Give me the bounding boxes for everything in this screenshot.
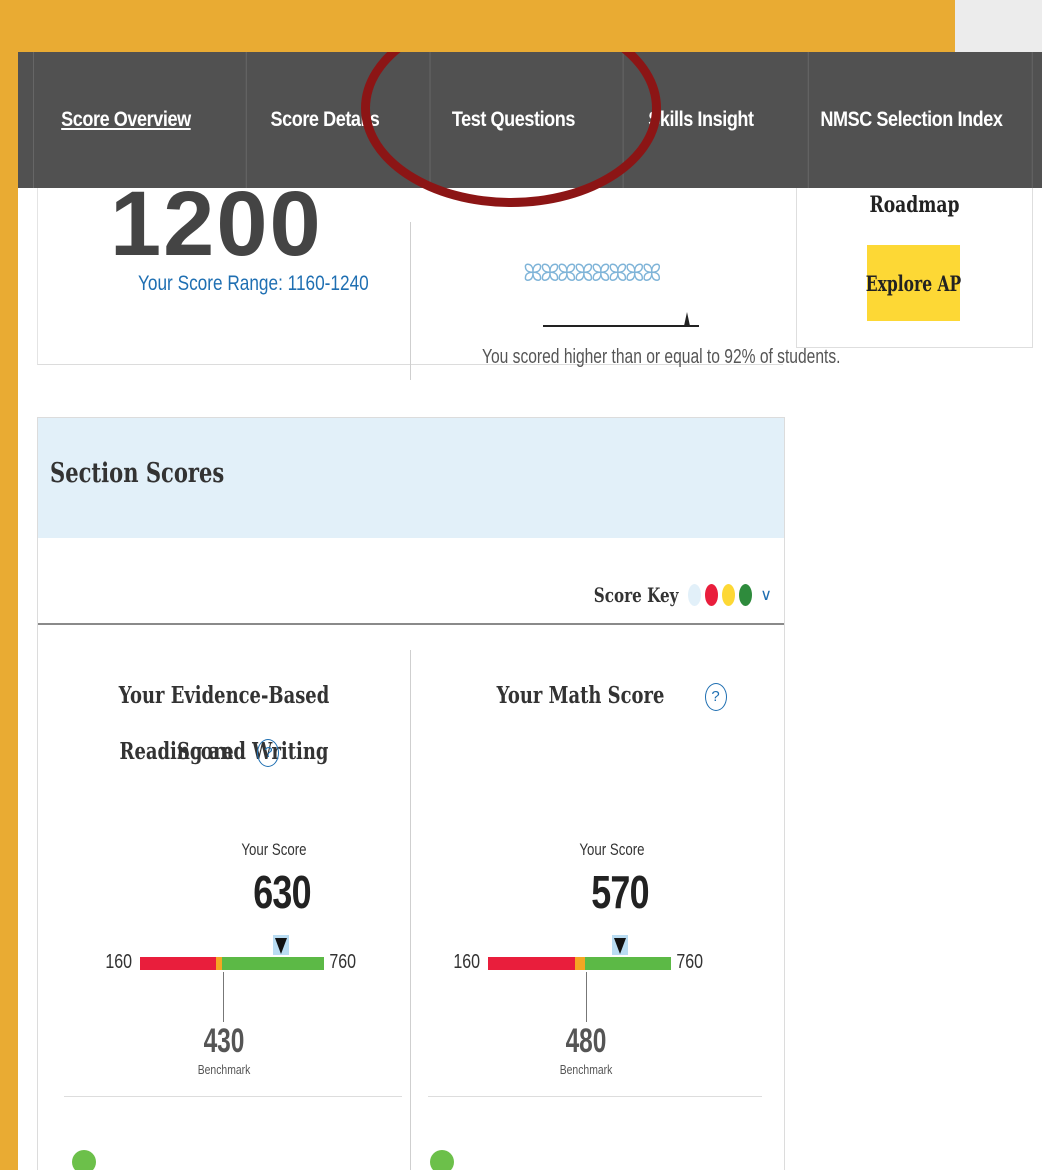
column-divider <box>410 650 411 1170</box>
bar-max-label: 760 <box>676 951 704 973</box>
bar-min-label: 160 <box>453 951 481 973</box>
key-dot-red-icon <box>705 584 719 606</box>
math-title: Your Math Score <box>497 682 665 709</box>
chevron-down-icon[interactable]: ∨ <box>760 585 772 605</box>
column-footer-divider <box>64 1096 402 1097</box>
bar-yellow-segment <box>575 957 585 970</box>
tab-test-questions[interactable]: Test Questions <box>429 52 597 188</box>
column-footer-divider <box>428 1096 762 1097</box>
section-scores-header: Section Scores <box>38 418 784 538</box>
benchmark-value: 430 <box>203 1022 245 1060</box>
tab-label: Score Overview <box>61 108 191 131</box>
score-report-page: 1200 Your Score Range: 1160-1240 ꕤꕤꕤꕤꕤꕤꕤ… <box>18 52 1042 1170</box>
help-icon[interactable]: ? <box>257 739 280 767</box>
key-dot-yellow-icon <box>722 584 736 606</box>
tab-score-details[interactable]: Score Details <box>245 52 403 188</box>
math-score-value: 570 <box>591 866 649 918</box>
percentile-people-icon: ꕤꕤꕤꕤꕤꕤꕤꕤ <box>523 260 662 287</box>
key-dot-green-icon <box>739 584 753 606</box>
bar-green-segment <box>222 957 324 970</box>
ebrw-title-line2: Score <box>176 738 234 765</box>
explore-ap-button[interactable]: Explore AP <box>865 245 962 321</box>
status-dot-green-icon <box>430 1150 454 1170</box>
benchmark-label: Benchmark <box>197 1062 251 1077</box>
explore-ap-label: Explore AP <box>865 270 962 296</box>
your-score-label: Your Score <box>241 840 307 859</box>
math-score-column: Your Math Score ? Your Score 570 160 760… <box>420 650 780 1170</box>
tab-label: Score Details <box>270 108 380 131</box>
corner-gray-panel <box>955 0 1042 52</box>
roadmap-heading: Roadmap <box>869 192 960 218</box>
tab-score-overview[interactable]: Score Overview <box>33 52 218 188</box>
score-pointer-icon <box>275 938 287 954</box>
score-pointer-icon <box>614 938 626 954</box>
ebrw-score-value: 630 <box>253 866 311 918</box>
key-dot-light-blue-icon <box>688 584 702 606</box>
tab-skills-insight[interactable]: Skills Insight <box>622 52 779 188</box>
bar-red-segment <box>140 957 216 970</box>
score-key-divider <box>38 623 784 625</box>
nav-edge <box>1031 52 1041 188</box>
percentile-axis <box>543 325 699 327</box>
benchmark-value: 480 <box>565 1022 607 1060</box>
status-dot-green-icon <box>72 1150 96 1170</box>
section-scores-card: Section Scores Score Key ∨ Your Evidence… <box>37 417 785 1170</box>
tab-label: Test Questions <box>451 108 576 131</box>
report-nav-bar: Score Overview Score Details Test Questi… <box>18 52 1042 188</box>
bar-red-segment <box>488 957 575 970</box>
benchmark-line <box>223 972 224 1022</box>
ebrw-score-column: Your Evidence-Based Reading and Writing … <box>44 650 404 1170</box>
percentile-marker-icon <box>684 312 690 326</box>
ebrw-title-line2-row: Score ? <box>44 724 404 780</box>
tab-label: NMSC Selection Index <box>820 108 1003 131</box>
benchmark-label: Benchmark <box>559 1062 613 1077</box>
tab-nmsc-selection-index[interactable]: NMSC Selection Index <box>807 52 1014 188</box>
help-icon[interactable]: ? <box>704 683 727 711</box>
score-range-link[interactable]: Your Score Range: 1160-1240 <box>138 272 369 296</box>
tab-label: Skills Insight <box>648 108 754 131</box>
score-key-toggle[interactable]: Score Key ∨ <box>567 583 772 607</box>
bar-green-segment <box>585 957 671 970</box>
bar-min-label: 160 <box>105 951 133 973</box>
benchmark-line <box>586 972 587 1022</box>
section-scores-title: Section Scores <box>50 458 225 489</box>
your-score-label: Your Score <box>579 840 645 859</box>
score-key-label: Score Key <box>593 583 679 607</box>
card-divider <box>410 222 411 380</box>
bar-max-label: 760 <box>329 951 357 973</box>
math-title-row: Your Math Score ? <box>420 668 780 724</box>
percentile-text: You scored higher than or equal to 92% o… <box>482 346 841 368</box>
